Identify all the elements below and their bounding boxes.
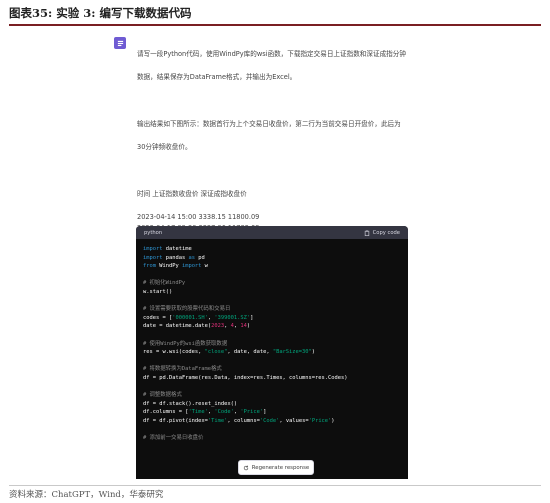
code-block: python Copy code import datetime import p…	[136, 226, 408, 479]
code-content: import datetime import pandas as pd from W…	[136, 239, 408, 449]
code-line: # 设置需要获取的股票代码和交易日	[143, 306, 231, 313]
code-line: w.start()	[143, 288, 173, 295]
code-line: # 将数据转换为DataFrame格式	[143, 366, 222, 373]
code-language-label: python	[144, 229, 163, 236]
regenerate-label: Regenerate response	[251, 464, 310, 471]
code-line: import datetime	[143, 246, 192, 252]
copy-code-label: Copy code	[372, 229, 400, 236]
code-line: df = pd.DataFrame(res.Data, index=res.Ti…	[143, 374, 348, 381]
code-line: df = df.pivot(index='Time', columns='Cod…	[143, 417, 335, 424]
user-avatar-icon	[114, 37, 126, 49]
copy-code-button[interactable]: Copy code	[364, 230, 400, 236]
code-line: # 添加前一交易日收盘价	[143, 435, 204, 442]
code-line: df = df.stack().reset_index()	[143, 400, 238, 407]
regenerate-response-button[interactable]: Regenerate response	[238, 460, 314, 475]
table-header: 时间 上证指数收盘价 深证成指收盘价	[137, 189, 247, 198]
source-note: 资料来源：ChatGPT，Wind，华泰研究	[9, 485, 541, 500]
table-row: 2023-04-14 15:00 3338.15 11800.09	[137, 212, 260, 221]
prompt-line: 数据，结果保存为DataFrame格式，并输出为Excel。	[137, 72, 297, 81]
figure-title: 图表35: 实验 3: 编写下载数据代码	[9, 6, 541, 26]
code-line: # 初始化WindPy	[143, 280, 186, 287]
code-line: df.columns = ['Time', 'Code', 'Price']	[143, 409, 267, 416]
clipboard-icon	[364, 230, 369, 236]
code-line: date = datetime.date(2023, 4, 14)	[143, 323, 251, 330]
prompt-line: 30分钟频收盘价。	[137, 142, 192, 151]
code-line: import pandas as pd	[143, 254, 205, 261]
code-line: codes = ['000001.SH', '399001.SZ']	[143, 314, 254, 321]
refresh-icon	[243, 465, 248, 470]
code-block-header: python Copy code	[136, 226, 408, 239]
code-line: # 调整数据格式	[143, 392, 182, 399]
code-line: from WindPy import w	[143, 263, 208, 270]
code-line: res = w.wsi(codes, "close", date, date, …	[143, 349, 316, 356]
code-line: # 使用WindPy的wsi函数获取数据	[143, 340, 228, 347]
prompt-line: 输出结果如下图所示：数据首行为上个交易日收盘价，第二行为当前交易日开盘价，此后为	[137, 119, 401, 128]
prompt-line: 请写一段Python代码，使用WindPy库的wsi函数，下载指定交易日上证指数…	[137, 49, 406, 58]
